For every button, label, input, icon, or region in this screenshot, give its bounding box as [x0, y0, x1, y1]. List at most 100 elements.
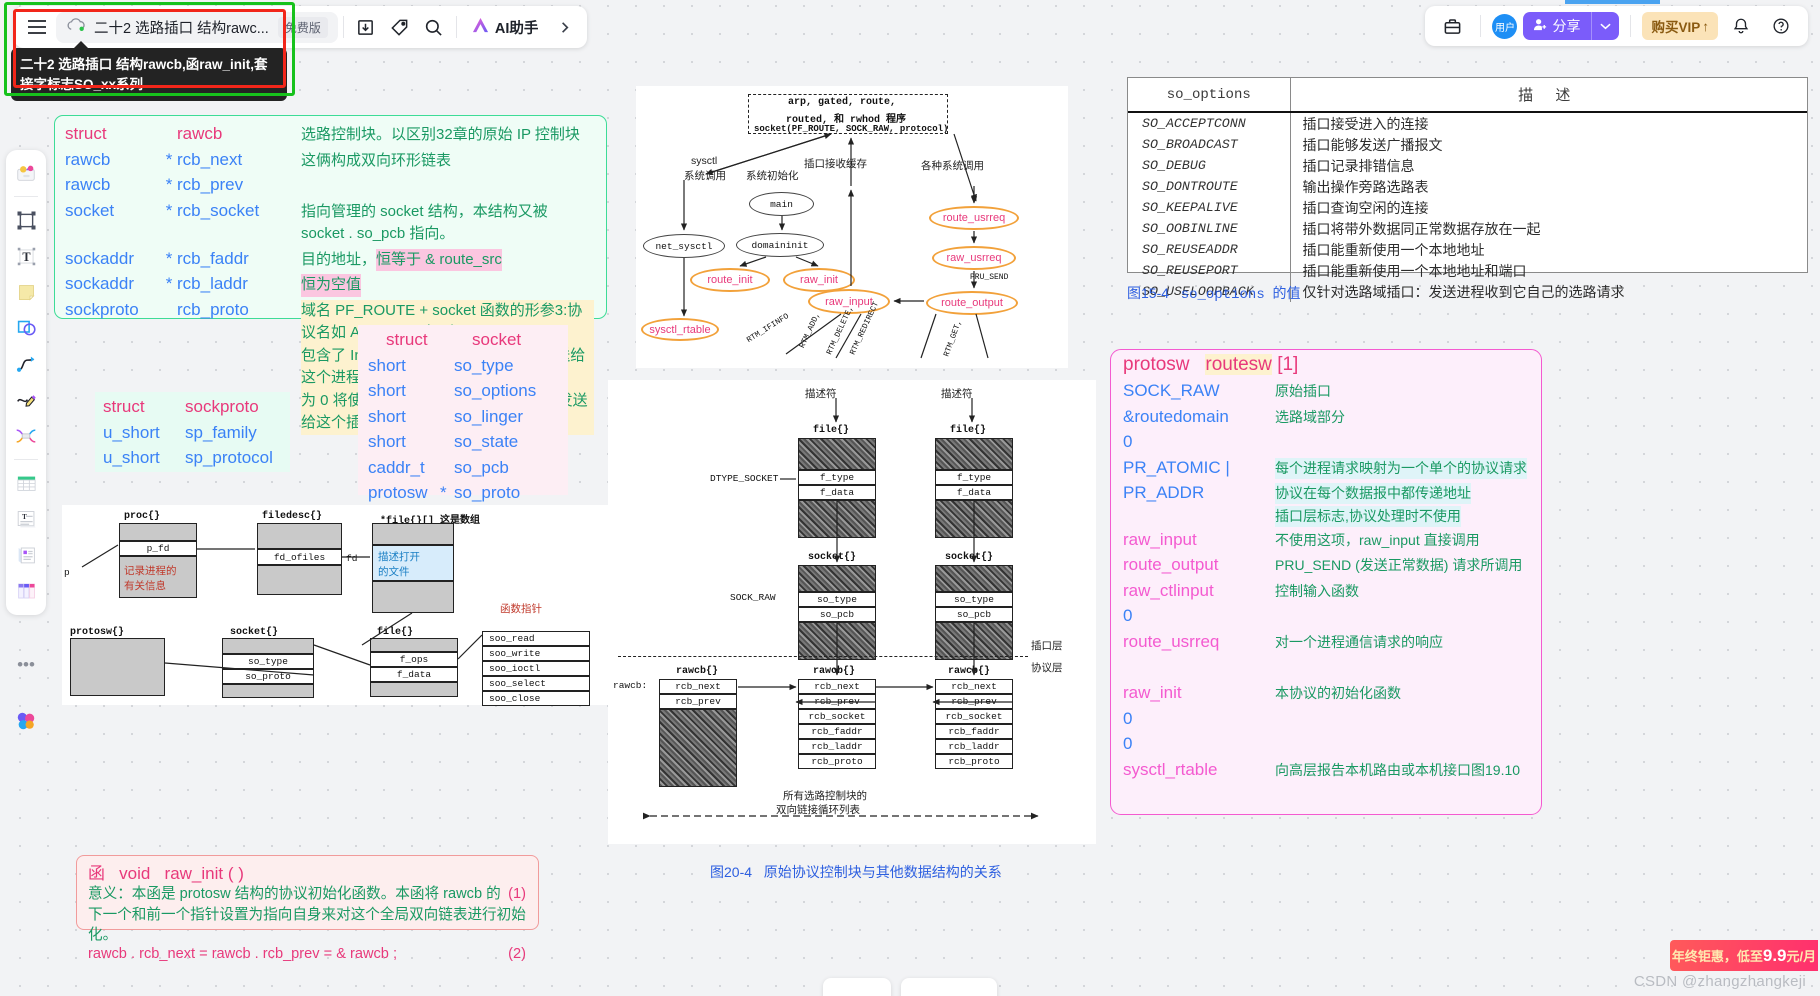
routesw-name-0: SOCK_RAW — [1123, 381, 1220, 400]
rawcb-header-desc: 选路控制块。以区别32章的原始 IP 控制块 — [301, 126, 580, 143]
share-label: 分享 — [1552, 18, 1581, 34]
so-opt-6: SO_REUSEADDR — [1128, 239, 1291, 260]
rawcb-struct-note[interactable]: struct rawcb 选路控制块。以区别32章的原始 IP 控制块 rawc… — [54, 115, 607, 435]
so-desc-1: 插口能够发送广播报文 — [1302, 136, 1443, 153]
download-icon[interactable] — [349, 10, 383, 44]
bell-icon[interactable] — [1724, 9, 1758, 43]
routesw-row: &routedomain 选路域部分 — [1123, 404, 1531, 430]
routesw-row: route_usrreq 对一个进程通信请求的响应 — [1123, 629, 1531, 655]
fig-proc-title-file: file{} — [377, 627, 414, 638]
rawcb-row-2-name: rcb_socket — [177, 200, 260, 220]
so-opt-7: SO_REUSEPORT — [1128, 260, 1291, 281]
fig-struct-socket1-sotype: so_type — [798, 592, 876, 607]
fig-flow-node-routeoutput: route_output — [926, 291, 1018, 315]
tool-rail[interactable]: T T — [6, 150, 46, 615]
routesw-desc-3: 每个进程请求映射为一个单个的协议请求 — [1275, 457, 1527, 479]
socket-struct-note[interactable]: struct socket short so_type short so_opt… — [358, 325, 568, 502]
routesw-desc-12: 本协议的初始化函数 — [1275, 685, 1401, 701]
account-toolbar[interactable]: 用户 分享 购买VIP ↑ — [1425, 6, 1808, 46]
rawcb-row: sockaddr * rcb_faddr 目的地址， 恒等于 & route_s… — [65, 246, 594, 271]
so-desc-3: 输出操作旁路选路表 — [1302, 178, 1429, 195]
socket-row-1-type: short — [368, 381, 406, 400]
fig-struct-rawcb2-f2: rcb_socket — [798, 709, 876, 724]
rawcb-row: sockaddr * rcb_laddr 恒为空值 — [65, 271, 594, 297]
help-circle-icon[interactable] — [1764, 9, 1798, 43]
text-card-tool-icon[interactable]: T — [10, 503, 42, 535]
rail-divider — [14, 196, 38, 197]
fig-proc-field-fdofiles: fd_ofiles — [257, 549, 342, 565]
fig-struct-bottom-line2: 双向链接循环列表 — [776, 804, 860, 816]
raw-init-fn-prefix: 函 — [88, 864, 105, 883]
mindmap-tool-icon[interactable] — [10, 420, 42, 452]
routesw-desc-7: PRU_SEND (发送正常数据) 请求所调用 — [1275, 557, 1523, 573]
socket-row-5-name: so_proto — [454, 483, 521, 502]
document-title-chip[interactable]: 二十2 选路插口 结构rawc... 免费版 — [56, 11, 338, 43]
fig-proc-note1: 记录进程的 — [124, 565, 177, 577]
routesw-row: 0 — [1123, 731, 1531, 757]
hamburger-menu-icon[interactable] — [20, 10, 54, 44]
pen-tool-icon[interactable] — [10, 384, 42, 416]
fig-struct-caption-number: 图20-4 — [710, 864, 753, 880]
socket-row-0-type: short — [368, 355, 406, 375]
sockproto-struct-note[interactable]: struct sockproto u_short sp_family u_sho… — [95, 392, 290, 472]
chevron-right-icon[interactable] — [547, 10, 581, 44]
table-tool-icon[interactable] — [10, 467, 42, 499]
promo-banner[interactable]: 年终钜惠，低至 9.9 元/月 — [1670, 940, 1818, 971]
figure-rawcb-structure-diagram: 描述符 描述符 file{} file{} f_type f_data f_ty… — [608, 380, 1096, 844]
fig-proc-op-4: soo_close — [482, 691, 590, 706]
promo-text-b: 9.9 — [1762, 945, 1787, 965]
share-button[interactable]: 分享 — [1523, 12, 1620, 40]
sockproto-header-name: sockproto — [185, 397, 259, 416]
kanban-tool-icon[interactable] — [10, 575, 42, 607]
socket-row: protosw * so_proto — [368, 480, 558, 506]
routesw-row: sysctl_rtable 向高层报告本机路由或本机接口图19.10 — [1123, 757, 1531, 783]
bottom-toolbar[interactable] — [823, 978, 997, 996]
color-palette-icon[interactable] — [6, 700, 46, 742]
bottom-toolbar-segment[interactable] — [823, 978, 891, 996]
fig-flow-topbox-line3: socket(PF_ROUTE, SOCK_RAW, protocol) — [754, 124, 949, 134]
routesw-name-9: 0 — [1123, 606, 1133, 625]
fig-struct-label-dtype: DTYPE_SOCKET — [710, 473, 779, 484]
raw-init-note[interactable]: 函 void raw_init ( ) 意义：本函是 protosw 结构的协议… — [76, 855, 539, 962]
search-icon[interactable] — [417, 10, 451, 44]
briefcase-icon[interactable] — [1435, 9, 1469, 43]
routesw-row — [1123, 654, 1531, 680]
sticker-tool-icon[interactable] — [10, 157, 42, 189]
tag-icon[interactable] — [383, 10, 417, 44]
rail-more-button[interactable]: ••• — [6, 655, 46, 675]
rawcb-row-2-type: socket — [65, 200, 115, 220]
socket-row-5-star: * — [440, 483, 447, 502]
buy-vip-button[interactable]: 购买VIP ↑ — [1642, 12, 1718, 40]
sockproto-row: u_short sp_protocol — [103, 445, 282, 471]
routesw-row: route_output PRU_SEND (发送正常数据) 请求所调用 — [1123, 552, 1531, 578]
sticky-note-tool-icon[interactable] — [10, 276, 42, 308]
bottom-toolbar-segment[interactable] — [901, 978, 997, 996]
so-desc-5: 插口将带外数据同正常数据存放在一起 — [1302, 220, 1541, 237]
ai-assistant-button[interactable]: AI助手 — [462, 12, 548, 42]
raw-init-code-line: rawcb . rcb_next = rawcb . rcb_prev = & … — [88, 946, 528, 962]
sockproto-header-row: struct sockproto — [103, 394, 282, 420]
avatar[interactable]: 用户 — [1492, 13, 1518, 39]
fig-proc-label-p: p — [64, 567, 70, 578]
document-toolbar[interactable]: 二十2 选路插口 结构rawc... 免费版 AI助手 — [14, 6, 588, 48]
routesw-row: PR_ATOMIC | 每个进程请求映射为一个单个的协议请求 — [1123, 455, 1531, 481]
rawcb-row-4-highlight: 恒为空值 — [301, 274, 362, 297]
fig-flow-label-syscalls: 各种系统调用 — [921, 160, 984, 172]
protosw-routesw-note[interactable]: protosw routesw [1] SOCK_RAW 原始插口 &routed… — [1110, 349, 1542, 815]
table-row: SO_OOBINLINE 插口将带外数据同正常数据存放在一起 — [1128, 218, 1807, 239]
connector-tool-icon[interactable] — [10, 348, 42, 380]
fig-struct-rawcb1-f1: rcb_prev — [659, 694, 737, 709]
document-tool-icon[interactable] — [10, 539, 42, 571]
routesw-name-10: route_usrreq — [1123, 631, 1220, 651]
shape-tool-icon[interactable] — [10, 312, 42, 344]
text-tool-icon[interactable]: T — [10, 240, 42, 272]
chevron-down-icon[interactable] — [1591, 12, 1619, 40]
socket-row-3-name: so_state — [454, 432, 519, 451]
fig-proc-op-3: soo_select — [482, 676, 590, 691]
socket-row-5-type: protosw — [368, 483, 428, 502]
fig-struct-rawcb2-f1: rcb_prev — [798, 694, 876, 709]
rawcb-row-0-desc: 这俩构成双向环形链表 — [301, 151, 452, 169]
frame-tool-icon[interactable] — [10, 204, 42, 236]
fig-proc-op-2: soo_ioctl — [482, 661, 590, 676]
fig-struct-caption-text: 原始协议控制块与其他数据结构的关系 — [763, 864, 1002, 880]
